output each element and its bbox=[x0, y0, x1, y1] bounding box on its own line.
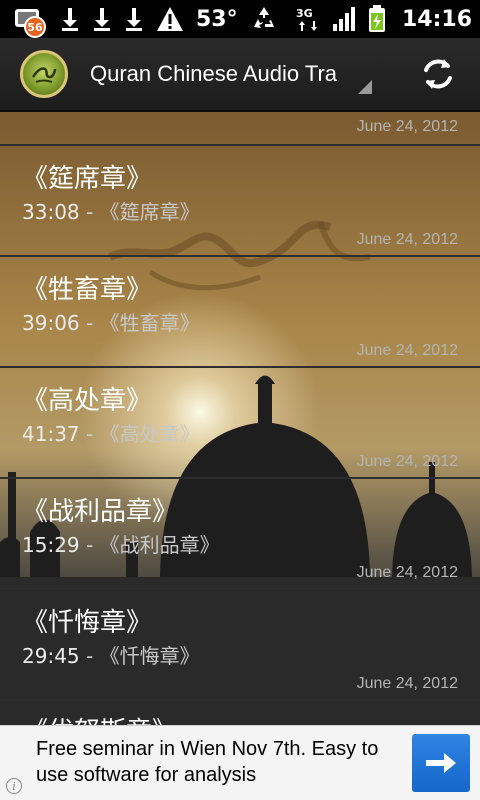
track-date: June 24, 2012 bbox=[356, 231, 458, 248]
list-item[interactable]: 《忏悔章》 29:45 - 《忏悔章》 June 24, 2012 bbox=[0, 590, 480, 701]
track-date: June 24, 2012 bbox=[356, 342, 458, 359]
notification-count-badge: 56 bbox=[24, 16, 46, 38]
track-title: 《高处章》 bbox=[22, 386, 153, 416]
track-title: 《忏悔章》 bbox=[22, 608, 153, 638]
track-name: 《牲畜章》 bbox=[99, 311, 200, 335]
track-subtitle: 41:37 - 《高处章》 bbox=[22, 418, 200, 447]
signal-icon bbox=[332, 6, 358, 32]
track-title: 《优努斯章》 bbox=[22, 711, 178, 725]
track-title: 《牲畜章》 bbox=[22, 275, 153, 305]
track-title: 《战利品章》 bbox=[22, 497, 179, 527]
track-name: 《筵席章》 bbox=[99, 200, 200, 224]
track-duration: 39:06 bbox=[22, 311, 80, 335]
arrow-right-icon bbox=[426, 753, 456, 773]
track-date: June 24, 2012 bbox=[356, 453, 458, 470]
spinner-indicator-icon bbox=[358, 80, 372, 94]
track-title: 《筵席章》 bbox=[22, 164, 153, 194]
list-item[interactable]: 《优努斯章》 bbox=[0, 701, 480, 725]
track-duration: 29:45 bbox=[22, 644, 80, 668]
info-icon[interactable]: i bbox=[6, 778, 22, 794]
quran-logo-icon[interactable] bbox=[20, 50, 68, 98]
refresh-button[interactable] bbox=[418, 54, 458, 94]
track-date: June 24, 2012 bbox=[356, 675, 458, 692]
track-duration: 33:08 bbox=[22, 200, 80, 224]
ad-text[interactable]: Free seminar in Wien Nov 7th. Easy to us… bbox=[36, 736, 406, 788]
network-3g-icon: 3G bbox=[296, 5, 322, 33]
track-date: June 24, 2012 bbox=[356, 118, 458, 135]
temperature-text: 53° bbox=[196, 6, 238, 32]
track-name: 《战利品章》 bbox=[99, 533, 220, 557]
track-separator: - bbox=[79, 644, 100, 668]
track-separator: - bbox=[79, 311, 100, 335]
track-name: 《高处章》 bbox=[99, 422, 200, 446]
download-icon bbox=[124, 6, 144, 32]
track-subtitle: 33:08 - 《筵席章》 bbox=[22, 196, 200, 225]
list-item[interactable]: 《战利品章》 15:29 - 《战利品章》 June 24, 2012 bbox=[0, 479, 480, 590]
track-separator: - bbox=[79, 200, 100, 224]
track-list: June 24, 2012 《筵席章》 33:08 - 《筵席章》 June 2… bbox=[0, 112, 480, 725]
list-item[interactable]: June 24, 2012 bbox=[0, 112, 480, 146]
track-separator: - bbox=[79, 422, 100, 446]
download-icon bbox=[60, 6, 80, 32]
track-duration: 15:29 bbox=[22, 533, 80, 557]
app-title: Quran Chinese Audio Tra bbox=[90, 61, 338, 86]
list-item[interactable]: 《牲畜章》 39:06 - 《牲畜章》 June 24, 2012 bbox=[0, 257, 480, 368]
notification-icon[interactable]: 56 bbox=[14, 4, 48, 38]
track-list-container[interactable]: June 24, 2012 《筵席章》 33:08 - 《筵席章》 June 2… bbox=[0, 112, 480, 725]
ad-banner[interactable]: Free seminar in Wien Nov 7th. Easy to us… bbox=[0, 725, 480, 800]
refresh-icon bbox=[424, 59, 452, 89]
track-subtitle: 29:45 - 《忏悔章》 bbox=[22, 640, 200, 669]
track-subtitle: 15:29 - 《战利品章》 bbox=[22, 529, 220, 558]
app-title-spinner[interactable]: Quran Chinese Audio Tra bbox=[90, 44, 380, 104]
clock-text: 14:16 bbox=[401, 6, 472, 32]
action-bar: Quran Chinese Audio Tra bbox=[0, 38, 480, 112]
list-item[interactable]: 《筵席章》 33:08 - 《筵席章》 June 24, 2012 bbox=[0, 146, 480, 257]
track-separator: - bbox=[79, 533, 100, 557]
track-subtitle: 39:06 - 《牲畜章》 bbox=[22, 307, 200, 336]
track-name: 《忏悔章》 bbox=[99, 644, 200, 668]
warning-icon bbox=[156, 6, 184, 32]
ad-open-button[interactable] bbox=[412, 734, 470, 792]
status-bar: 56 53° 3G 14:16 bbox=[0, 0, 480, 38]
list-item[interactable]: 《高处章》 41:37 - 《高处章》 June 24, 2012 bbox=[0, 368, 480, 479]
recycle-icon bbox=[250, 5, 278, 33]
download-icon bbox=[92, 6, 112, 32]
track-duration: 41:37 bbox=[22, 422, 80, 446]
battery-charging-icon bbox=[368, 5, 386, 33]
track-date: June 24, 2012 bbox=[356, 564, 458, 581]
network-3g-label: 3G bbox=[296, 7, 313, 20]
